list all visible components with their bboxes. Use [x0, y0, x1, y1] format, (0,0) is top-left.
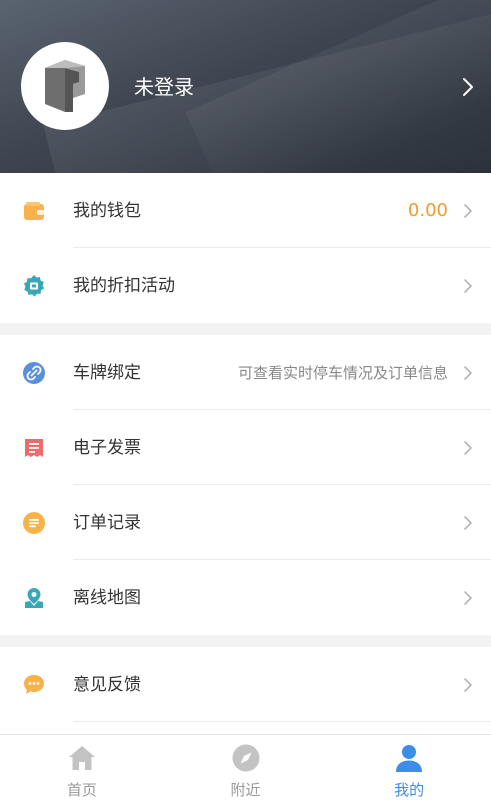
chat-bubble-icon — [22, 673, 46, 697]
chevron-right-icon — [464, 204, 472, 218]
menu-item-label: 车牌绑定 — [73, 362, 141, 383]
avatar[interactable] — [21, 42, 109, 130]
tab-label: 首页 — [66, 781, 97, 799]
menu-item-label: 电子发票 — [73, 437, 141, 458]
plate-binding-hint: 可查看实时停车情况及订单信息 — [237, 363, 448, 382]
user-icon — [394, 743, 424, 773]
tab-home[interactable]: 首页 — [0, 735, 164, 800]
discount-badge-icon — [22, 274, 46, 298]
chevron-right-icon — [464, 678, 472, 692]
chevron-right-icon — [464, 366, 472, 380]
receipt-icon — [22, 436, 46, 460]
order-list-icon — [22, 511, 46, 535]
menu-item-orders[interactable]: 订单记录 — [0, 485, 491, 560]
menu-item-wallet[interactable]: 我的钱包 0.00 — [0, 173, 491, 248]
tab-nearby[interactable]: 附近 — [164, 735, 328, 800]
menu-item-label: 意见反馈 — [73, 674, 141, 695]
wallet-balance: 0.00 — [407, 199, 448, 221]
chevron-right-icon — [464, 441, 472, 455]
tab-label: 附近 — [230, 781, 261, 799]
tab-mine[interactable]: 我的 — [327, 735, 491, 800]
wallet-icon — [22, 199, 46, 223]
link-icon — [22, 361, 46, 385]
chevron-right-icon — [464, 516, 472, 530]
menu-item-label: 我的钱包 — [73, 200, 141, 221]
map-pin-icon — [22, 586, 46, 610]
menu-item-feedback[interactable]: 意见反馈 — [0, 647, 491, 722]
menu-item-label: 我的折扣活动 — [73, 275, 175, 296]
tab-label: 我的 — [394, 781, 425, 799]
chevron-right-icon — [464, 591, 472, 605]
menu-item-discount[interactable]: 我的折扣活动 — [0, 248, 491, 323]
chevron-right-icon — [464, 279, 472, 293]
app-logo-icon — [45, 60, 85, 112]
menu-item-plate-binding[interactable]: 车牌绑定 可查看实时停车情况及订单信息 — [0, 335, 491, 410]
username-label[interactable]: 未登录 — [134, 73, 194, 101]
menu-item-label: 离线地图 — [73, 587, 141, 608]
menu-item-invoice[interactable]: 电子发票 — [0, 410, 491, 485]
chevron-right-icon[interactable] — [459, 76, 477, 98]
wallet-section: 我的钱包 0.00 我的折扣活动 — [0, 173, 491, 323]
feedback-section: 意见反馈 — [0, 647, 491, 734]
menu-item-label: 订单记录 — [73, 512, 141, 533]
menu-item-offline-map[interactable]: 离线地图 — [0, 560, 491, 635]
bottom-tab-bar: 首页 附近 我的 — [0, 734, 491, 800]
home-icon — [67, 743, 97, 773]
services-section: 车牌绑定 可查看实时停车情况及订单信息 电子发票 订单记录 离线地图 — [0, 335, 491, 635]
profile-header[interactable]: 未登录 — [0, 0, 491, 173]
compass-icon — [231, 743, 261, 773]
divider — [73, 721, 491, 722]
